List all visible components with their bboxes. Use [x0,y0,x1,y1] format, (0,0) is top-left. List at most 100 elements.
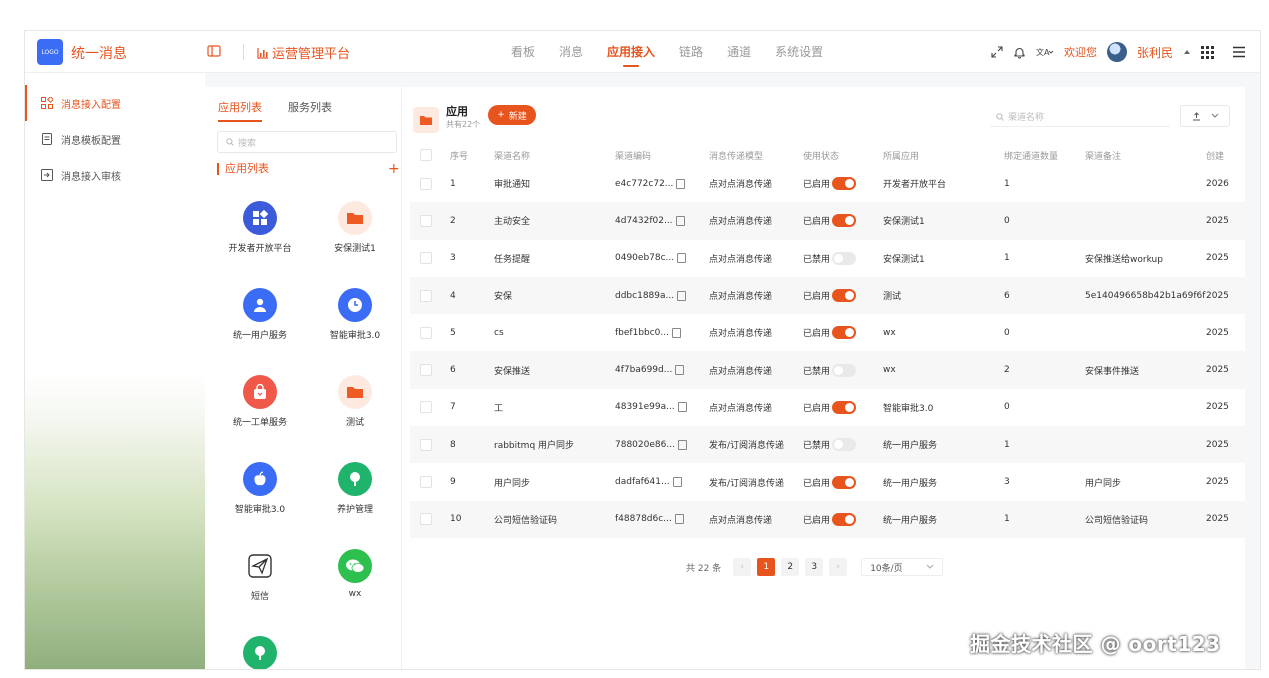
cell-model: 点对点消息传递 [709,351,803,389]
copy-icon[interactable] [672,327,681,338]
app-tile[interactable]: 统一用户服务 [212,288,308,341]
app-tile[interactable]: 养护管理 [307,462,403,515]
status-toggle[interactable] [832,363,857,377]
column-header: 渠道备注 [1085,151,1122,162]
row-checkbox[interactable] [410,165,450,202]
sidebar-item-access-config[interactable]: 消息接入配置 [25,85,205,121]
row-checkbox[interactable] [410,351,450,389]
app-tile[interactable]: 智能审批3.0 [307,288,403,341]
nav-app-access[interactable]: 应用接入 [595,31,667,73]
bell-icon[interactable] [1013,46,1026,59]
table-row[interactable]: 2 主动安全 4d7432f02... 点对点消息传递 已启用 安保测试1 0 2025 [410,202,1245,240]
select-all-checkbox[interactable] [410,145,450,165]
copy-icon[interactable] [677,253,687,264]
nav-channels[interactable]: 通道 [715,31,763,73]
app-tile[interactable]: wx [307,549,403,599]
new-channel-button[interactable]: + 新建 [488,105,536,125]
avatar[interactable] [1106,42,1127,62]
page-button[interactable]: 2 [781,558,800,576]
app-name: 统一工单服务 [232,418,287,428]
copy-icon[interactable] [674,514,684,525]
status-toggle[interactable] [832,289,857,303]
table-row[interactable]: 5 cs fbef1bbc0... 点对点消息传递 已启用 wx 0 2025 [410,314,1245,351]
tab-app-list[interactable]: 应用列表 [218,99,262,122]
page-button[interactable]: 3 [805,558,824,576]
status-toggle[interactable] [832,512,857,526]
app-tile[interactable]: 安保测试1 [307,201,403,254]
app-tile[interactable]: 统一工单服务 [212,375,308,428]
status-toggle[interactable] [832,400,857,414]
row-checkbox[interactable] [410,240,450,277]
row-checkbox[interactable] [410,500,450,538]
username[interactable]: 张利民 [1137,44,1173,61]
add-app-button[interactable]: + [388,161,400,177]
plus-icon: + [497,110,505,120]
status-toggle[interactable] [832,177,857,191]
app-tile[interactable] [212,636,308,669]
chevron-down-icon [1211,113,1218,118]
channel-search-input[interactable]: 渠道名称 [990,107,1170,127]
nav-messages[interactable]: 消息 [547,31,595,73]
app-tile[interactable]: 短信 [212,549,308,602]
row-checkbox[interactable] [410,426,450,464]
nav-dashboard[interactable]: 看板 [499,31,547,73]
app-search-input[interactable]: 搜索 [217,131,397,153]
translate-icon[interactable]: 文A [1036,46,1054,58]
nav-settings[interactable]: 系统设置 [763,31,835,73]
table-row[interactable]: 6 安保推送 4f7ba699d... 点对点消息传递 已禁用 wx 2 安保事件推送 2025 [410,351,1245,389]
sidebar-item-template-config[interactable]: 消息模板配置 [25,121,205,157]
app-tile[interactable]: 开发者开放平台 [212,201,308,254]
table-subtitle: 共有22个 [446,120,481,129]
status-toggle[interactable] [832,438,857,452]
copy-icon[interactable] [672,477,682,488]
status-toggle[interactable] [832,475,857,489]
grid-bag-icon [243,201,277,235]
cell-channel-code: e4c772c72... [615,165,709,202]
next-page-button[interactable]: › [829,558,848,576]
sidebar-toggle-icon[interactable] [207,44,221,58]
app-tile[interactable]: 测试 [307,375,403,428]
cell-channel-name: 工 [494,403,504,414]
menu-icon[interactable] [1232,46,1246,58]
cell-index: 5 [450,327,456,338]
status-toggle[interactable] [832,326,857,340]
row-checkbox[interactable] [410,389,450,426]
page-button[interactable]: 1 [757,558,776,576]
export-button[interactable] [1180,105,1230,127]
row-checkbox[interactable] [410,314,450,351]
copy-icon[interactable] [677,402,687,413]
tab-service-list[interactable]: 服务列表 [288,99,332,122]
fullscreen-icon[interactable] [991,46,1003,58]
table-row[interactable]: 8 rabbitmq 用户同步 788020e86... 发布/订阅消息传递 已禁用 统一… [410,426,1245,464]
row-checkbox[interactable] [410,202,450,240]
prev-page-button[interactable]: ‹ [733,558,752,576]
copy-icon[interactable] [676,178,686,189]
channel-code: e4c772c72... [615,178,674,189]
channel-code: 788020e86... [615,439,675,450]
cell-channel-name: 安保推送 [494,351,615,389]
table-row[interactable]: 7 工 48391e99a... 点对点消息传递 已启用 智能审批3.0 0 2025 [410,389,1245,426]
page-size-select[interactable]: 10条/页 [861,558,944,576]
status-toggle[interactable] [832,214,857,228]
table-row[interactable]: 3 任务提醒 0490eb78c... 点对点消息传递 已禁用 安保测试1 1 安保推送给wo… [410,240,1245,277]
table-row[interactable]: 1 审批通知 e4c772c72... 点对点消息传递 已启用 开发者开放平台 1 2026 [410,165,1245,202]
copy-icon[interactable] [675,215,685,226]
table-row[interactable]: 9 用户同步 dadfaf641... 发布/订阅消息传递 已启用 统一用户服务 3 用户同步… [410,463,1245,500]
copy-icon[interactable] [677,439,687,450]
row-checkbox[interactable] [410,463,450,500]
sidebar-item-access-review[interactable]: 消息接入审核 [25,157,205,193]
row-checkbox[interactable] [410,276,450,315]
caret-up-icon[interactable] [1183,48,1191,56]
search-placeholder: 渠道名称 [1008,113,1045,123]
nav-links[interactable]: 链路 [667,31,715,73]
platform-title[interactable]: 运营管理平台 [257,43,350,62]
sidebar-item-label: 消息模板配置 [61,135,121,147]
apps-grid-icon[interactable] [1201,45,1214,59]
app-tile[interactable]: 智能审批3.0 [212,462,308,515]
table-row[interactable]: 10 公司短信验证码 f48878d6c... 点对点消息传递 已启用 统一用户服务 1 公司… [410,500,1245,538]
table-row[interactable]: 4 安保 ddbc1889a... 点对点消息传递 已启用 测试 6 5e140496658b… [410,276,1245,315]
status-toggle[interactable] [832,251,857,265]
copy-icon[interactable] [677,290,687,301]
copy-icon[interactable] [675,365,685,376]
search-icon [996,112,1004,121]
